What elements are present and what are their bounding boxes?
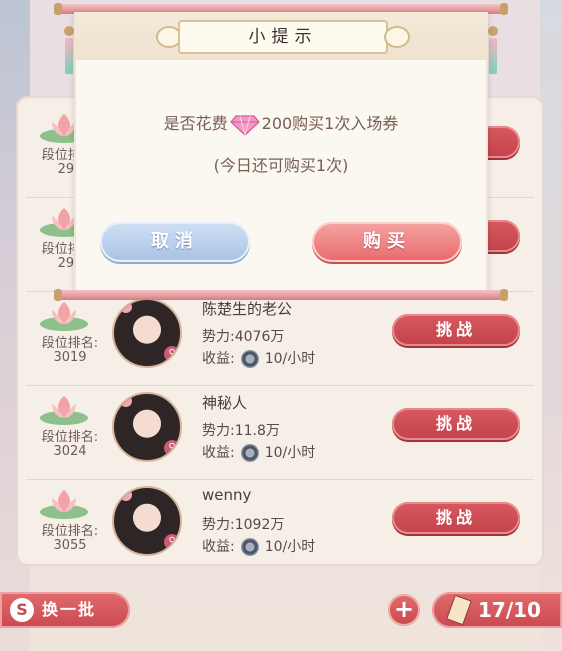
tassel-left [64, 26, 74, 84]
title-ornament-right [384, 26, 410, 48]
message-prefix: 是否花费 [163, 114, 228, 133]
cancel-button[interactable]: 取消 [100, 222, 250, 262]
message-suffix: 200购买1次入场券 [261, 114, 399, 133]
dialog-title: 小提示 [178, 20, 388, 54]
dialog-header: 小提示 [74, 12, 488, 60]
diamond-icon [229, 114, 260, 136]
purchase-dialog: 小提示 是否花费 200购买1次入场券 (今日还可购买1次) 取消 购买 [74, 12, 488, 292]
dialog-sub-message: (今日还可购买1次) [213, 156, 349, 175]
scroll-rod-bottom [54, 289, 508, 301]
tassel-right [488, 26, 498, 84]
dialog-message: 是否花费 200购买1次入场券 [74, 110, 488, 136]
buy-button[interactable]: 购买 [312, 222, 462, 262]
